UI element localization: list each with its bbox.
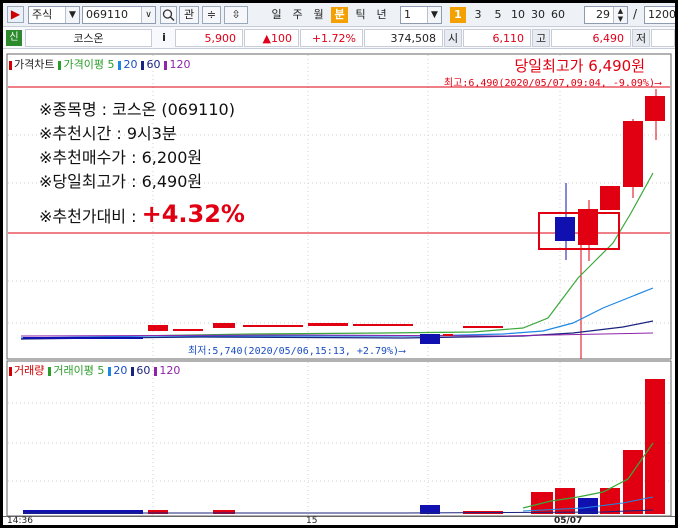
high-note: 최고:6,490(2020/05/07,09:04, -9.09%)⟶	[443, 78, 661, 89]
info-recommend-price: ※추천매수가 : 6,200원	[39, 148, 203, 167]
x-axis: 14:36 15 05/07	[3, 516, 675, 525]
legend-marker	[141, 60, 145, 70]
legend-ma20[interactable]: 20	[118, 58, 137, 72]
high-headline: 당일최고가 6,490원	[514, 57, 645, 75]
x-label-date: 05/07	[554, 516, 583, 525]
legend-volume-ma[interactable]: 거래이평 5	[48, 364, 104, 378]
legend-marker	[9, 60, 12, 70]
legend-marker	[164, 60, 168, 70]
ma20-line	[20, 287, 654, 339]
x-label-start: 14:36	[7, 516, 33, 525]
recommendation-info: ※종목명 : 코스온 (069110) ※추천시간 : 9시3분 ※추천매수가 …	[39, 98, 245, 229]
low-note: 최저:5,740(2020/05/06,15:13, +2.79%)⟶	[188, 342, 406, 357]
legend-vol-ma20[interactable]: 20	[108, 364, 127, 378]
volume-legend: 거래량 거래이평 5 20 60 120	[9, 364, 180, 378]
legend-vol-ma120[interactable]: 120	[154, 364, 180, 378]
legend-price-chart[interactable]: 가격차트	[9, 58, 54, 72]
info-day-high: ※당일최고가 : 6,490원	[39, 172, 203, 191]
legend-marker	[9, 366, 12, 376]
chart-window: ▶ 주식 ▼ 069110 ∨ 관 ≑ ⇳ 일 주 월 분 틱 년 1 ▼ 1	[3, 3, 675, 525]
legend-marker	[108, 366, 112, 376]
info-ratio: ※추천가대비 : +4.32%	[39, 202, 245, 229]
legend-ma120[interactable]: 120	[164, 58, 190, 72]
x-label-15: 15	[306, 516, 318, 525]
legend-vol-ma60[interactable]: 60	[131, 364, 150, 378]
legend-marker	[131, 366, 135, 376]
legend-ma60[interactable]: 60	[141, 58, 160, 72]
legend-volume[interactable]: 거래량	[9, 364, 44, 378]
info-stock-name: ※종목명 : 코스온 (069110)	[39, 100, 235, 119]
price-legend: 가격차트 가격이평 5 20 60 120	[9, 58, 190, 72]
legend-marker	[154, 366, 158, 376]
legend-marker	[118, 60, 122, 70]
legend-marker	[48, 366, 52, 376]
ratio-value: +4.32%	[141, 200, 245, 228]
price-candles-today	[555, 89, 665, 261]
legend-marker	[58, 60, 62, 70]
ratio-label: ※추천가대비 :	[39, 207, 142, 226]
volume-bars	[23, 379, 665, 514]
legend-price-ma[interactable]: 가격이평 5	[58, 58, 114, 72]
info-recommend-time: ※추천시간 : 9시3분	[39, 124, 177, 143]
